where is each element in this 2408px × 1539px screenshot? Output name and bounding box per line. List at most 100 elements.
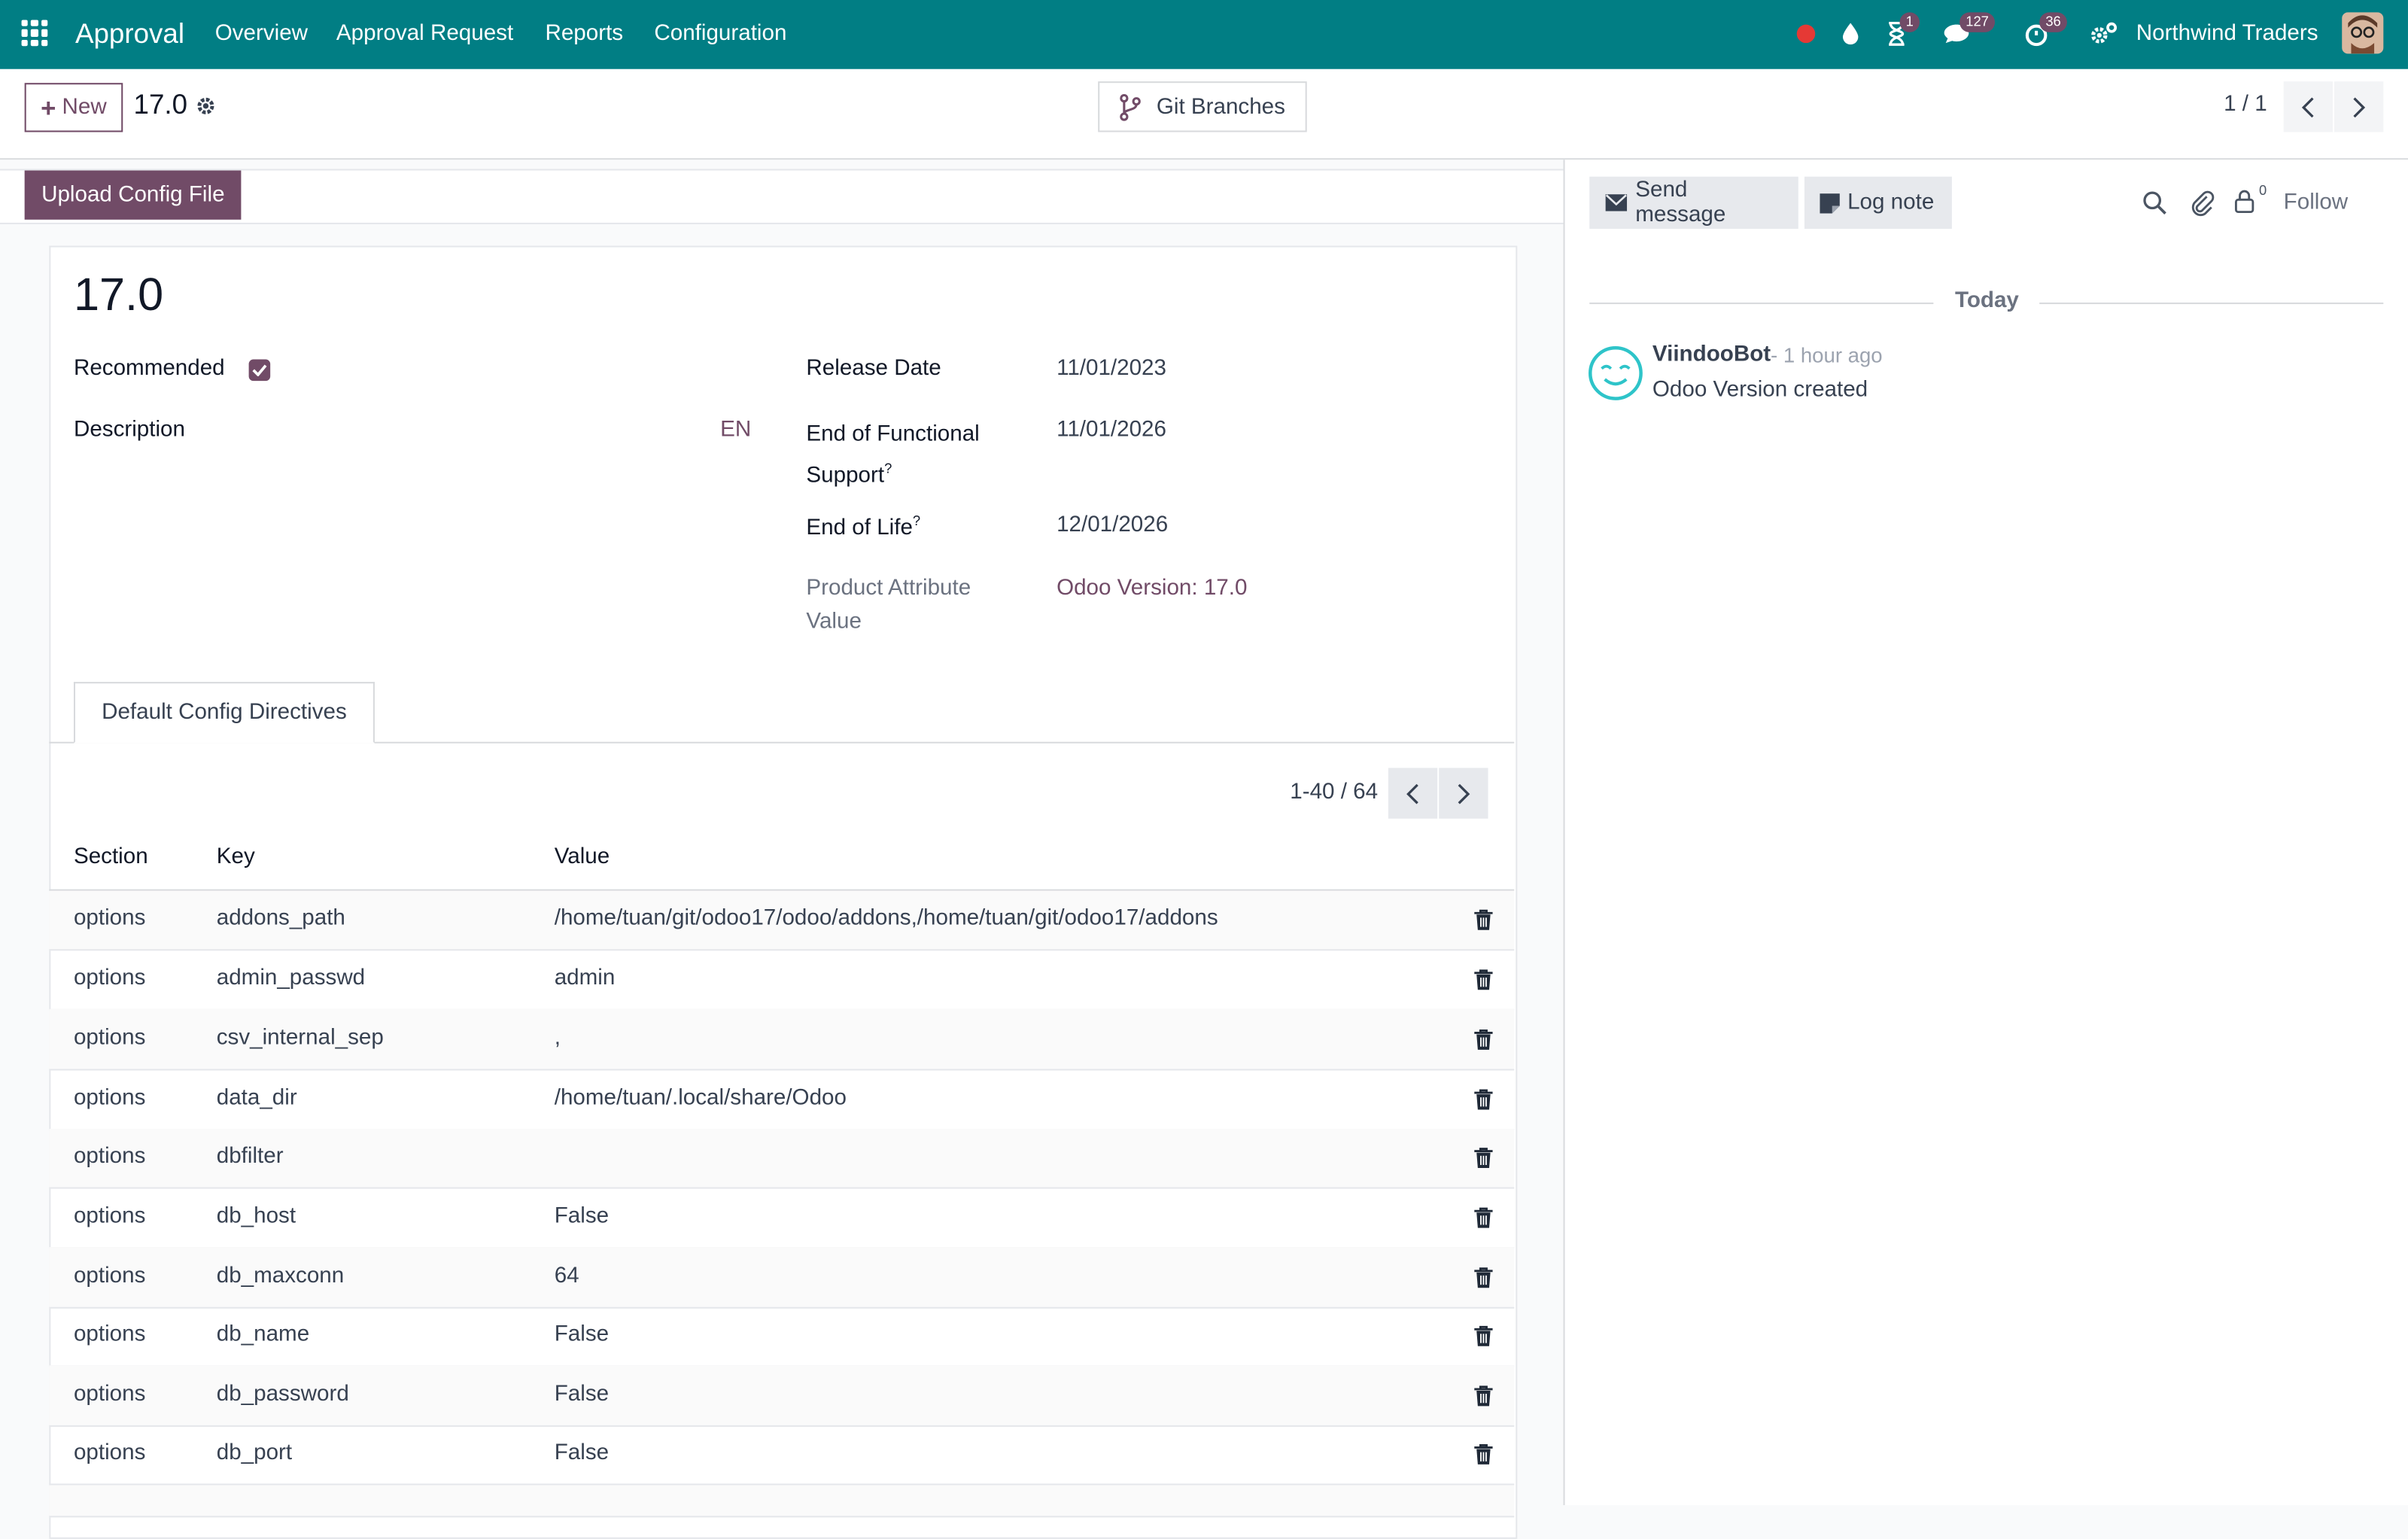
trash-icon[interactable] bbox=[1474, 1325, 1493, 1347]
git-branches-button[interactable]: Git Branches bbox=[1098, 81, 1307, 132]
date-separator-line bbox=[2039, 303, 2384, 305]
trash-icon[interactable] bbox=[1474, 1147, 1493, 1169]
trash-icon[interactable] bbox=[1474, 1267, 1493, 1288]
cell-key[interactable]: db_maxconn bbox=[217, 1264, 344, 1288]
gear-icon[interactable] bbox=[195, 96, 217, 117]
droplet-icon[interactable] bbox=[1835, 18, 1866, 49]
new-button[interactable]: + New bbox=[24, 83, 123, 132]
followers-lock-icon[interactable] bbox=[2234, 189, 2254, 221]
table-row[interactable]: options csv_internal_sep, bbox=[49, 1008, 1515, 1071]
cell-section[interactable]: options bbox=[74, 1322, 145, 1347]
cell-key[interactable]: db_host bbox=[217, 1203, 296, 1228]
app-name[interactable]: Approval bbox=[75, 0, 184, 69]
cell-value[interactable]: /home/tuan/git/odoo17/odoo/addons,/home/… bbox=[555, 906, 1218, 931]
trash-icon[interactable] bbox=[1474, 1443, 1493, 1465]
form-statusbar: Upload Config File bbox=[0, 169, 1564, 224]
cell-section[interactable]: options bbox=[74, 1085, 145, 1110]
menu-configuration[interactable]: Configuration bbox=[654, 0, 786, 69]
help-tooltip-marker[interactable]: ? bbox=[913, 513, 920, 528]
cell-section[interactable]: options bbox=[74, 966, 145, 991]
hourglass-icon[interactable]: 1 bbox=[1881, 12, 1920, 49]
cell-section[interactable]: options bbox=[74, 1025, 145, 1050]
table-row[interactable]: options db_maxconn 64 bbox=[49, 1247, 1515, 1309]
user-avatar[interactable] bbox=[2342, 12, 2384, 54]
release-date-field[interactable]: 11/01/2023 bbox=[1057, 356, 1166, 381]
cell-value[interactable]: False bbox=[555, 1440, 609, 1465]
cell-value[interactable]: False bbox=[555, 1322, 609, 1347]
record-indicator-icon[interactable] bbox=[1791, 18, 1822, 49]
trash-icon[interactable] bbox=[1474, 1206, 1493, 1228]
cell-section[interactable]: options bbox=[74, 1440, 145, 1465]
table-row[interactable]: options db_host False bbox=[49, 1188, 1515, 1249]
bot-avatar[interactable] bbox=[1588, 345, 1643, 400]
column-header-key[interactable]: Key bbox=[217, 844, 255, 869]
settings-gears-icon[interactable] bbox=[2088, 18, 2119, 49]
cell-section[interactable]: options bbox=[74, 1382, 145, 1407]
follow-button[interactable]: Follow bbox=[2284, 190, 2349, 215]
cell-value[interactable]: False bbox=[555, 1203, 609, 1228]
upload-config-file-button[interactable]: Upload Config File bbox=[24, 170, 242, 220]
record-pager[interactable]: 1 / 1 bbox=[2224, 92, 2267, 117]
table-row[interactable]: options addons_path/home/tuan/git/odoo17/… bbox=[49, 890, 1515, 951]
table-row[interactable] bbox=[49, 1485, 1515, 1518]
product-attribute-value-link[interactable]: Odoo Version: 17.0 bbox=[1057, 576, 1247, 601]
tab-default-config-directives[interactable]: Default Config Directives bbox=[73, 682, 375, 744]
send-message-button[interactable]: Send message bbox=[1589, 176, 1798, 230]
cell-value[interactable]: False bbox=[555, 1382, 609, 1407]
cell-key[interactable]: data_dir bbox=[217, 1085, 297, 1110]
paperclip-icon[interactable] bbox=[2190, 189, 2215, 224]
chevron-right-icon bbox=[1458, 783, 1470, 804]
pager-previous-button[interactable] bbox=[2283, 81, 2333, 132]
timer-icon[interactable]: 36 bbox=[2021, 12, 2067, 49]
message-author[interactable]: ViindooBot bbox=[1652, 342, 1771, 367]
cell-section[interactable]: options bbox=[74, 1144, 145, 1169]
table-row[interactable]: options data_dir/home/tuan/.local/share/O… bbox=[49, 1069, 1515, 1131]
record-title[interactable]: 17.0 bbox=[74, 270, 163, 322]
messages-icon[interactable]: 127 bbox=[1941, 12, 1996, 49]
cell-section[interactable]: options bbox=[74, 906, 145, 931]
recommended-checkbox[interactable] bbox=[248, 359, 271, 382]
end-functional-support-field[interactable]: 11/01/2026 bbox=[1057, 418, 1166, 443]
trash-icon[interactable] bbox=[1474, 969, 1493, 991]
cell-section[interactable]: options bbox=[74, 1203, 145, 1228]
cell-key[interactable]: db_port bbox=[217, 1440, 292, 1465]
cell-key[interactable]: csv_internal_sep bbox=[217, 1025, 384, 1050]
chevron-right-icon bbox=[2353, 96, 2366, 117]
menu-reports[interactable]: Reports bbox=[545, 0, 623, 69]
company-switcher[interactable]: Northwind Traders bbox=[2136, 0, 2318, 69]
apps-menu-icon[interactable] bbox=[21, 20, 48, 47]
menu-approval-request[interactable]: Approval Request bbox=[336, 0, 513, 69]
column-header-value[interactable]: Value bbox=[555, 844, 610, 869]
cell-value[interactable]: , bbox=[555, 1025, 561, 1050]
trash-icon[interactable] bbox=[1474, 909, 1493, 931]
cell-value[interactable]: /home/tuan/.local/share/Odoo bbox=[555, 1085, 847, 1110]
cell-key[interactable]: addons_path bbox=[217, 906, 345, 931]
trash-icon[interactable] bbox=[1474, 1385, 1493, 1407]
table-row[interactable]: options db_name False bbox=[49, 1307, 1515, 1367]
cell-value[interactable]: 64 bbox=[555, 1264, 579, 1288]
description-language-button[interactable]: EN bbox=[720, 418, 751, 443]
log-note-button[interactable]: Log note bbox=[1804, 176, 1952, 230]
list-pager-previous-button[interactable] bbox=[1388, 768, 1438, 819]
help-tooltip-marker[interactable]: ? bbox=[884, 461, 892, 476]
table-row[interactable]: options db_port False bbox=[49, 1425, 1515, 1486]
list-pager-next-button[interactable] bbox=[1439, 768, 1488, 819]
cell-value[interactable]: admin bbox=[555, 966, 616, 991]
cell-key[interactable]: db_password bbox=[217, 1382, 349, 1407]
cell-section[interactable]: options bbox=[74, 1264, 145, 1288]
trash-icon[interactable] bbox=[1474, 1028, 1493, 1050]
table-row[interactable]: options admin_passwd admin bbox=[49, 950, 1515, 1011]
table-row[interactable]: options db_password False bbox=[49, 1365, 1515, 1427]
trash-icon[interactable] bbox=[1474, 1088, 1493, 1110]
cell-key[interactable]: dbfilter bbox=[217, 1144, 284, 1169]
search-icon[interactable] bbox=[2142, 190, 2167, 223]
cell-key[interactable]: admin_passwd bbox=[217, 966, 365, 991]
list-pager[interactable]: 1-40 / 64 bbox=[1290, 780, 1378, 805]
pager-next-button[interactable] bbox=[2334, 81, 2384, 132]
menu-overview[interactable]: Overview bbox=[215, 0, 308, 69]
plus-icon: + bbox=[41, 93, 56, 123]
end-of-life-field[interactable]: 12/01/2026 bbox=[1057, 513, 1168, 538]
table-row[interactable]: options dbfilter bbox=[49, 1128, 1515, 1189]
cell-key[interactable]: db_name bbox=[217, 1322, 309, 1347]
column-header-section[interactable]: Section bbox=[74, 844, 148, 869]
